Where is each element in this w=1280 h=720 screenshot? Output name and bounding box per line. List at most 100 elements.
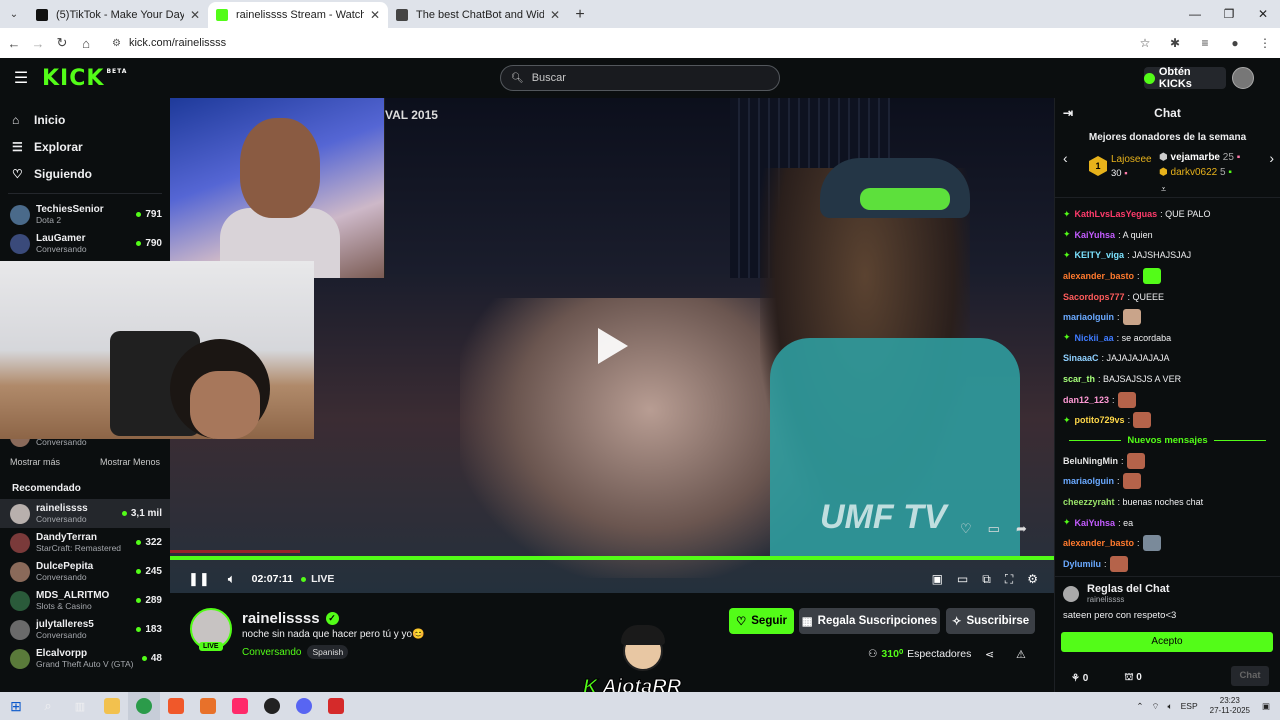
kick-logo[interactable]: KICK BETA <box>42 66 127 91</box>
search-input[interactable]: 🔍︎ Buscar <box>500 65 780 91</box>
video-progress-bar[interactable] <box>170 550 1054 560</box>
pip-icon[interactable]: ⧉ <box>982 572 991 587</box>
app-icon[interactable] <box>192 692 224 720</box>
next-arrow-icon[interactable]: › <box>1269 150 1274 166</box>
chat-username[interactable]: potito729vs <box>1075 415 1125 425</box>
chat-username[interactable]: Dylumilu <box>1063 559 1101 569</box>
chat-username[interactable]: Nickii_aa <box>1075 333 1114 343</box>
chat-username[interactable]: alexander_basto <box>1063 271 1134 281</box>
chat-username[interactable]: Sacordops777 <box>1063 292 1125 302</box>
close-window-icon[interactable]: ✕ <box>1246 0 1280 28</box>
reload-icon[interactable]: ↻ <box>50 35 74 51</box>
stream-category[interactable]: Conversando <box>242 647 301 658</box>
chat-username[interactable]: KathLvsLasYeguas <box>1075 209 1158 219</box>
bookmark-star-icon[interactable]: ☆ <box>1130 36 1160 50</box>
gift-subs-button[interactable]: ▦ Regala Suscripciones <box>799 608 940 634</box>
subscribe-button[interactable]: ✧ Suscribirse <box>946 608 1035 634</box>
close-tab-icon[interactable]: ✕ <box>190 8 200 22</box>
share-arrow-icon[interactable]: ➦ <box>1016 521 1027 537</box>
reading-list-icon[interactable]: ≡ <box>1190 36 1220 50</box>
nav-siguiendo[interactable]: ♡ Siguiendo <box>0 160 170 187</box>
points-counter[interactable]: ⚘ 0 <box>1071 673 1106 684</box>
extensions-icon[interactable]: ✱ <box>1160 36 1190 50</box>
channel-item[interactable]: TechiesSenior Dota 2 791 <box>0 200 170 229</box>
start-icon[interactable]: ⊞ <box>0 692 32 720</box>
new-tab-button[interactable]: + <box>568 2 592 28</box>
chat-username[interactable]: BeluNingMin <box>1063 456 1118 466</box>
follow-button[interactable]: ♡ Seguir <box>729 608 794 634</box>
chat-username[interactable]: mariaolguin <box>1063 476 1114 486</box>
lang-label[interactable]: ESP <box>1181 701 1198 711</box>
browser-tab[interactable]: The best ChatBot and Widgets ✕ <box>388 2 568 28</box>
channel-item[interactable]: rainelissss Conversando 3,1 mil <box>0 499 170 528</box>
volume-icon[interactable]: 🔈︎ <box>228 571 236 587</box>
tiktok-icon[interactable] <box>224 692 256 720</box>
obs-icon[interactable] <box>256 692 288 720</box>
pause-icon[interactable]: ❚❚ <box>188 571 210 587</box>
chat-username[interactable]: KaiYuhsa <box>1075 230 1116 240</box>
nav-inicio[interactable]: ⌂ Inicio <box>0 106 170 133</box>
accept-button[interactable]: Acepto <box>1061 632 1273 652</box>
new-messages-divider[interactable]: Nuevos mensajes <box>1063 431 1272 451</box>
show-more-link[interactable]: Mostrar más <box>10 457 60 467</box>
nav-explorar[interactable]: ☰ Explorar <box>0 133 170 160</box>
home-icon[interactable]: ⌂ <box>74 36 98 51</box>
channel-item[interactable]: DulcePepita Conversando 245 <box>0 557 170 586</box>
task-view-icon[interactable]: ▥ <box>64 692 96 720</box>
show-less-link[interactable]: Mostrar Menos <box>100 457 160 467</box>
notification-icon[interactable]: ▣ <box>1262 701 1270 712</box>
discord-icon[interactable] <box>288 692 320 720</box>
chat-username[interactable]: dan12_123 <box>1063 395 1109 405</box>
language-tag[interactable]: Spanish <box>307 645 349 659</box>
chrome-icon[interactable] <box>128 692 160 720</box>
restore-icon[interactable]: ❐ <box>1212 0 1246 28</box>
forward-icon[interactable]: → <box>26 36 50 51</box>
url-field[interactable]: ⚙ kick.com/rainelissss <box>106 31 1130 55</box>
file-explorer-icon[interactable] <box>96 692 128 720</box>
menu-icon[interactable]: ⋮ <box>1250 36 1280 50</box>
chat-username[interactable]: scar_th <box>1063 374 1095 384</box>
tray-arrow-icon[interactable]: ⌃ <box>1136 701 1143 712</box>
collapse-chat-icon[interactable]: ⇥ <box>1063 106 1073 120</box>
chat-username[interactable]: SinaaaC <box>1063 353 1099 363</box>
browser-tab[interactable]: rainelissss Stream - Watch L ✕ <box>208 2 388 28</box>
report-icon[interactable]: ⚠ <box>1016 648 1026 661</box>
streamer-name[interactable]: rainelissss <box>242 610 320 627</box>
wifi-icon[interactable]: ⌔ <box>1152 701 1160 712</box>
channel-item[interactable]: julytalleres5 Conversando 183 <box>0 615 170 644</box>
donor-name[interactable]: Lajoseee <box>1111 154 1152 165</box>
theater-mode-icon[interactable]: ▭ <box>957 572 968 587</box>
expand-donors-icon[interactable]: ⩡ <box>1161 184 1166 195</box>
video-app-icon[interactable] <box>320 692 352 720</box>
settings-gear-icon[interactable]: ⚙ <box>1027 572 1038 587</box>
channel-item[interactable]: DandyTerran StarCraft: Remastered 322 <box>0 528 170 557</box>
channel-item[interactable]: MDS_ALRITMO Slots & Casino 289 <box>0 586 170 615</box>
comment-icon[interactable]: ▭ <box>988 521 1000 537</box>
get-kicks-button[interactable]: Obtén KICKs <box>1144 66 1226 90</box>
chat-send-button[interactable]: Chat <box>1231 666 1269 686</box>
profile-icon[interactable]: ● <box>1220 36 1250 50</box>
chat-username[interactable]: alexander_basto <box>1063 538 1134 548</box>
play-icon[interactable] <box>598 328 628 364</box>
browser-tab[interactable]: (5)TikTok - Make Your Day ✕ <box>28 2 208 28</box>
user-avatar[interactable] <box>1232 67 1254 89</box>
heart-icon[interactable]: ♡ <box>960 521 972 537</box>
chat-username[interactable]: KaiYuhsa <box>1075 518 1116 528</box>
chat-username[interactable]: cheezzyraht <box>1063 497 1115 507</box>
close-tab-icon[interactable]: ✕ <box>550 8 560 22</box>
chat-username[interactable]: KEITY_viga <box>1075 250 1125 260</box>
menu-hamburger-icon[interactable]: ☰ <box>0 68 42 88</box>
brave-icon[interactable] <box>160 692 192 720</box>
prev-arrow-icon[interactable]: ‹ <box>1063 150 1068 166</box>
share-icon[interactable]: ⋖ <box>985 648 994 661</box>
tab-list-icon[interactable]: ⌄ <box>0 0 28 28</box>
fullscreen-icon[interactable]: ⛶ <box>1005 572 1013 587</box>
volume-icon[interactable]: 🔈︎ <box>1168 701 1173 712</box>
clock[interactable]: 23:23 27-11-2025 <box>1210 696 1250 716</box>
channel-item[interactable]: Elcalvorpp Grand Theft Auto V (GTA) 48 <box>0 644 170 673</box>
mini-player-icon[interactable]: ▣ <box>932 572 943 587</box>
site-info-icon[interactable]: ⚙ <box>112 38 121 49</box>
back-icon[interactable]: ← <box>2 36 26 51</box>
chat-username[interactable]: mariaolguin <box>1063 312 1114 322</box>
close-tab-icon[interactable]: ✕ <box>370 8 380 22</box>
